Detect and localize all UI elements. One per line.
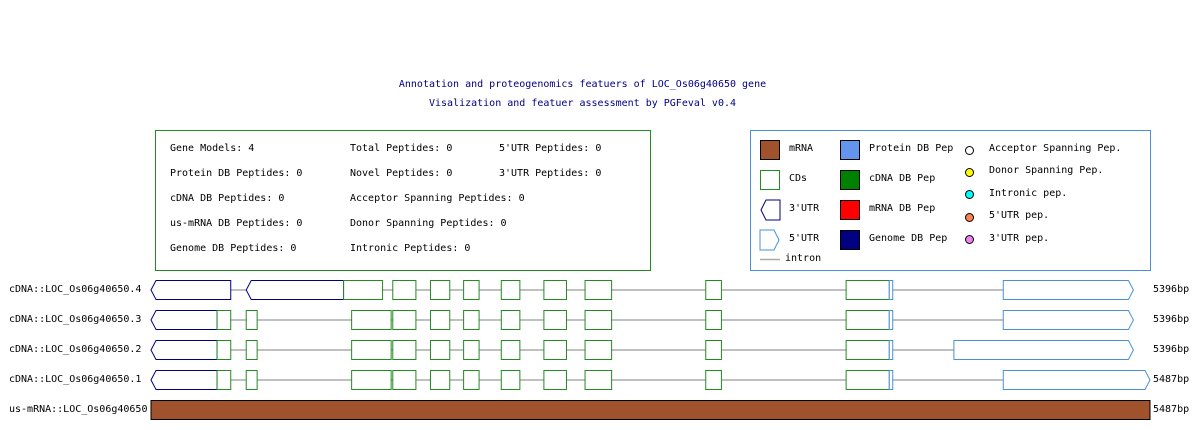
cds-exon	[845, 310, 890, 330]
cds-exon	[351, 310, 392, 330]
utr5-exon	[1002, 280, 1134, 300]
utr3-exon	[150, 370, 218, 390]
cds-exon	[216, 370, 232, 390]
cds-exon	[500, 310, 521, 330]
cds-exon	[429, 340, 451, 360]
cds-exon	[705, 280, 722, 300]
cds-exon	[429, 370, 451, 390]
cds-exon	[245, 370, 258, 390]
gene-model-tracks	[150, 280, 1151, 420]
cds-exon	[543, 340, 567, 360]
utr5-exon	[1002, 310, 1134, 330]
cds-exon	[463, 370, 480, 390]
utr5-exon	[888, 370, 894, 390]
mrna-bar	[150, 400, 1151, 420]
utr5-exon	[888, 310, 894, 330]
cds-exon	[351, 370, 392, 390]
cds-exon	[705, 370, 722, 390]
utr5-exon	[888, 340, 894, 360]
cds-exon	[845, 370, 890, 390]
cds-exon	[343, 280, 384, 300]
cds-exon	[351, 340, 392, 360]
cds-exon	[392, 340, 417, 360]
utr3-exon	[150, 280, 232, 300]
cds-exon	[216, 340, 232, 360]
cds-exon	[705, 310, 722, 330]
cds-exon	[584, 340, 613, 360]
cds-exon	[845, 280, 890, 300]
cds-exon	[245, 310, 258, 330]
cds-exon	[392, 280, 417, 300]
cds-exon	[500, 340, 521, 360]
cds-exon	[584, 310, 613, 330]
cds-exon	[245, 340, 258, 360]
cds-exon	[543, 310, 567, 330]
cds-exon	[705, 340, 722, 360]
utr5-exon	[888, 280, 894, 300]
cds-exon	[543, 280, 567, 300]
cds-exon	[429, 310, 451, 330]
cds-exon	[584, 280, 613, 300]
utr5-exon	[1002, 370, 1151, 390]
cds-exon	[500, 370, 521, 390]
utr3-exon	[150, 310, 218, 330]
cds-exon	[429, 280, 451, 300]
cds-exon	[584, 370, 613, 390]
cds-exon	[500, 280, 521, 300]
cds-exon	[216, 310, 232, 330]
cds-exon	[543, 370, 567, 390]
utr3-exon	[150, 340, 218, 360]
cds-exon	[463, 310, 480, 330]
utr3-exon	[245, 280, 345, 300]
cds-exon	[463, 340, 480, 360]
utr5-exon	[953, 340, 1134, 360]
cds-exon	[845, 340, 890, 360]
cds-exon	[392, 310, 417, 330]
cds-exon	[392, 370, 417, 390]
cds-exon	[463, 280, 480, 300]
